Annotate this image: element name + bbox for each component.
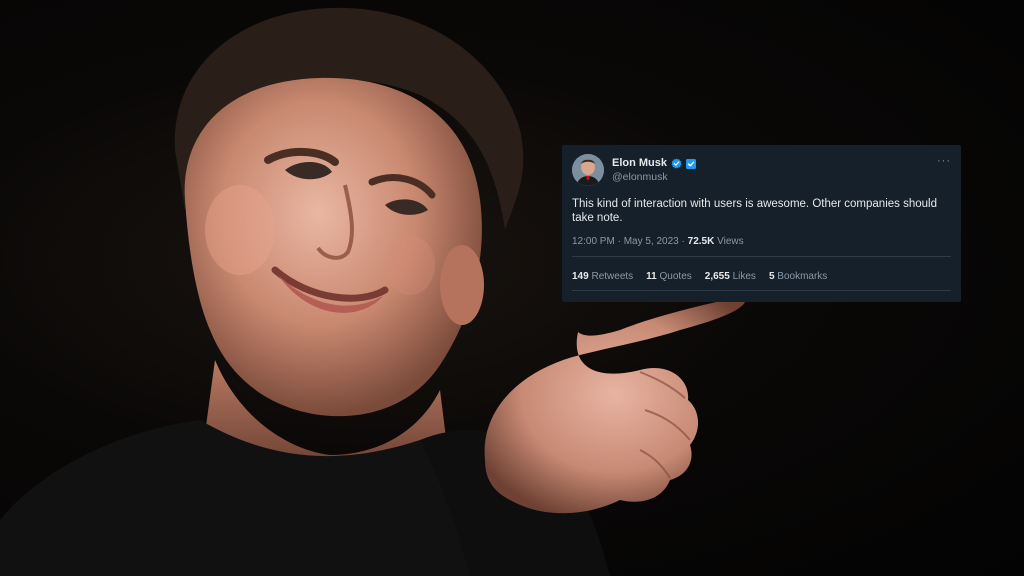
views-count: 72.5K — [687, 236, 715, 247]
retweets-count: 149 — [572, 271, 589, 282]
avatar[interactable] — [572, 154, 604, 186]
author-names: Elon Musk @elonmusk — [612, 156, 697, 184]
quotes-count: 11 — [646, 271, 657, 282]
quotes-stat[interactable]: 11 Quotes — [646, 271, 692, 282]
more-options-icon[interactable]: ··· — [937, 156, 951, 167]
bookmarks-label: Bookmarks — [777, 271, 828, 282]
likes-count: 2,655 — [704, 271, 730, 282]
affiliate-square-badge-icon — [686, 158, 697, 169]
divider — [572, 290, 951, 291]
tweet-text: This kind of interaction with users is a… — [572, 198, 937, 224]
retweets-label: Retweets — [591, 271, 634, 282]
meme-scene: Elon Musk @elonmusk ··· This kind of int… — [0, 0, 1024, 576]
display-name[interactable]: Elon Musk — [612, 156, 667, 170]
meta-separator: · — [614, 236, 624, 247]
tweet-stats: 149 Retweets 11 Quotes 2,655 Likes 5 Boo… — [572, 271, 827, 282]
quotes-label: Quotes — [659, 271, 692, 282]
tweet-date[interactable]: May 5, 2023 — [624, 236, 679, 247]
likes-stat[interactable]: 2,655 Likes — [705, 271, 756, 282]
handle[interactable]: @elonmusk — [612, 170, 696, 184]
bookmarks-count: 5 — [768, 271, 775, 282]
meta-separator: · — [678, 236, 688, 247]
name-row: Elon Musk — [612, 156, 697, 170]
retweets-stat[interactable]: 149 Retweets — [572, 271, 633, 282]
tweet-meta: 12:00 PM · May 5, 2023 · 72.5K Views — [572, 236, 744, 247]
tweet-time[interactable]: 12:00 PM — [572, 236, 615, 247]
tweet-card: Elon Musk @elonmusk ··· This kind of int… — [562, 145, 961, 302]
avatar-image — [572, 154, 604, 186]
verified-badge-icon — [671, 158, 682, 169]
pointing-hand — [484, 298, 746, 514]
views-label: Views — [717, 236, 744, 247]
divider — [572, 256, 951, 257]
tweet-header: Elon Musk @elonmusk ··· — [572, 154, 951, 188]
bookmarks-stat[interactable]: 5 Bookmarks — [769, 271, 827, 282]
likes-label: Likes — [732, 271, 756, 282]
